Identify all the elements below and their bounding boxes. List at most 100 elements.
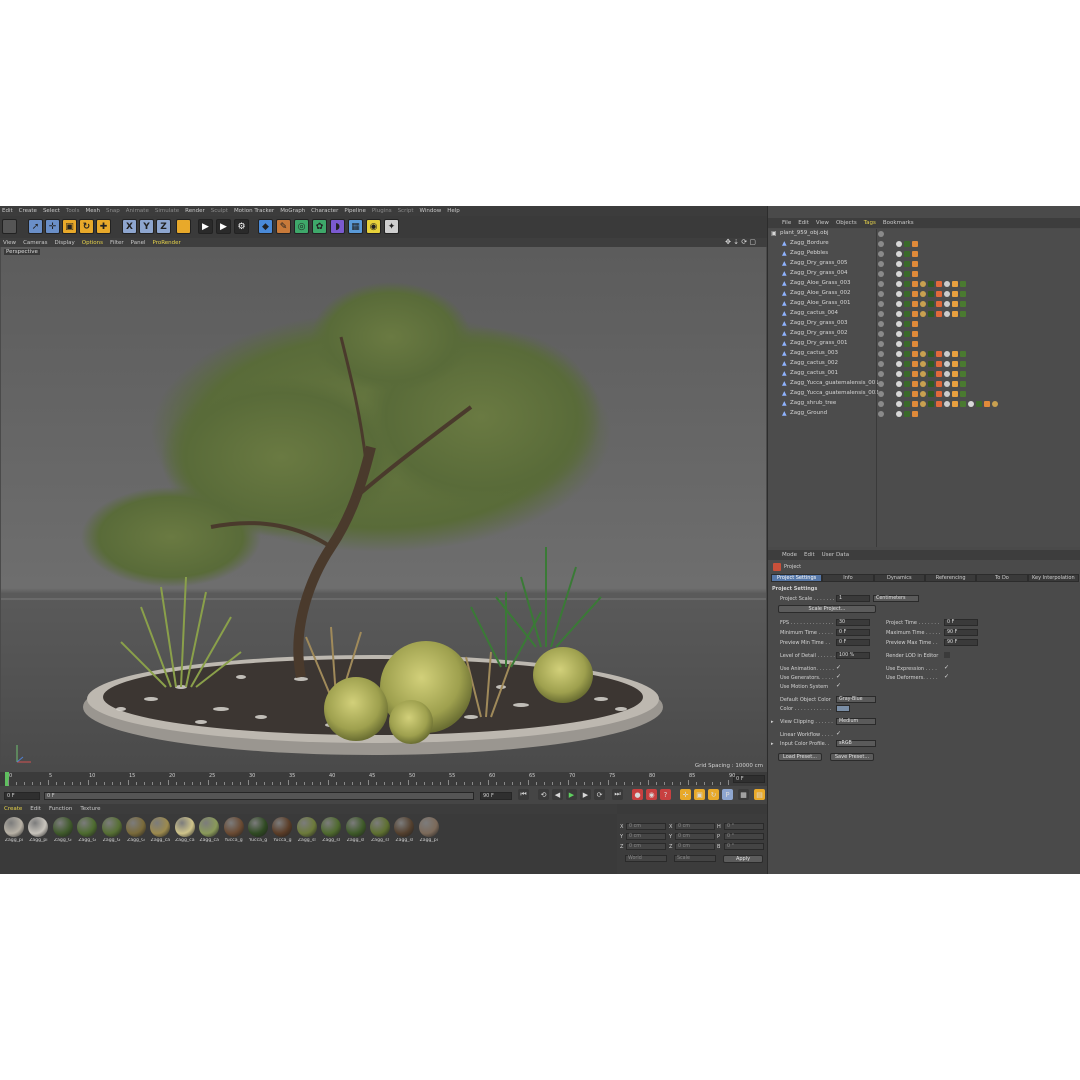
material-tag-icon[interactable]	[896, 381, 902, 387]
material-swatch[interactable]: Zagg_sl	[368, 817, 392, 849]
texture-tag-icon[interactable]	[904, 311, 910, 317]
texture-tag-icon[interactable]	[904, 251, 910, 257]
texture-tag-icon[interactable]	[928, 311, 934, 317]
pen-icon[interactable]: ✎	[276, 219, 291, 234]
material-tag-icon[interactable]	[984, 401, 990, 407]
deformer-icon[interactable]: ◗	[330, 219, 345, 234]
material-tag-icon[interactable]	[960, 311, 966, 317]
texture-tag-icon[interactable]	[952, 351, 958, 357]
object-row[interactable]: ▲ Zagg_shrub_tree	[768, 399, 1080, 409]
object-row[interactable]: ▲ Zagg_Aloe_Grass_001	[768, 299, 1080, 309]
material-tag-icon[interactable]	[912, 291, 918, 297]
record-position-button[interactable]: ✛	[680, 789, 691, 800]
material-tag-icon[interactable]	[960, 301, 966, 307]
menu-item-create[interactable]: Create	[19, 208, 37, 214]
material-swatch[interactable]: Zagg_sl	[295, 817, 319, 849]
texture-tag-icon[interactable]	[904, 281, 910, 287]
material-menu-create[interactable]: Create	[4, 806, 22, 812]
viewport-menu-display[interactable]: Display	[55, 240, 75, 246]
view-clipping-expand-icon[interactable]: ▸	[771, 719, 774, 725]
record-active-button[interactable]: ●	[632, 789, 643, 800]
use-motion-system-checkbox[interactable]: ✓	[836, 683, 842, 689]
coord-size-field[interactable]: 0 cm	[675, 843, 715, 850]
texture-tag-icon[interactable]	[952, 371, 958, 377]
coord-size-field[interactable]: 0 cm	[675, 823, 715, 830]
keyframe-selection-button[interactable]: ?	[660, 789, 671, 800]
material-tag-icon[interactable]	[936, 371, 942, 377]
material-tag-icon[interactable]	[936, 291, 942, 297]
material-tag-icon[interactable]	[936, 281, 942, 287]
material-tag-icon[interactable]	[944, 301, 950, 307]
visibility-toggle-icon[interactable]	[878, 251, 884, 257]
camera-icon[interactable]: ◉	[366, 219, 381, 234]
material-tag-icon[interactable]	[920, 391, 926, 397]
object-row[interactable]: ▲ Zagg_Aloe_Grass_002	[768, 289, 1080, 299]
visibility-toggle-icon[interactable]	[878, 311, 884, 317]
object-root-row[interactable]: ▣ plant_959_obj.obj	[768, 229, 1080, 239]
material-tag-icon[interactable]	[920, 301, 926, 307]
menu-item-animate[interactable]: Animate	[126, 208, 149, 214]
texture-tag-icon[interactable]	[952, 391, 958, 397]
material-tag-icon[interactable]	[944, 401, 950, 407]
viewport-menu-cameras[interactable]: Cameras	[23, 240, 47, 246]
menu-item-character[interactable]: Character	[311, 208, 338, 214]
visibility-toggle-icon[interactable]	[878, 331, 884, 337]
viewport-menu-view[interactable]: View	[3, 240, 16, 246]
visibility-toggle-icon[interactable]	[878, 361, 884, 367]
material-tag-icon[interactable]	[896, 251, 902, 257]
frame-range-slider[interactable]: 0 F	[44, 792, 474, 800]
texture-tag-icon[interactable]	[904, 391, 910, 397]
material-tag-icon[interactable]	[992, 401, 998, 407]
material-tag-icon[interactable]	[936, 301, 942, 307]
floor-icon[interactable]: ▦	[348, 219, 363, 234]
menu-item-simulate[interactable]: Simulate	[155, 208, 179, 214]
material-tag-icon[interactable]	[944, 381, 950, 387]
object-row[interactable]: ▲ Zagg_Dry_grass_003	[768, 319, 1080, 329]
material-tag-icon[interactable]	[896, 321, 902, 327]
object-row[interactable]: ▲ Zagg_cactus_001	[768, 369, 1080, 379]
material-tag-icon[interactable]	[944, 361, 950, 367]
texture-tag-icon[interactable]	[904, 291, 910, 297]
material-tag-icon[interactable]	[960, 281, 966, 287]
use-expression-checkbox[interactable]: ✓	[944, 665, 950, 671]
render-view-button[interactable]: ▶	[198, 219, 213, 234]
move-tool-button[interactable]: ✛	[45, 219, 60, 234]
tab-key-interpolation[interactable]: Key Interpolation	[1027, 574, 1079, 582]
cube-icon[interactable]: ◆	[258, 219, 273, 234]
scale-tool-button[interactable]: ▣	[62, 219, 77, 234]
material-tag-icon[interactable]	[896, 351, 902, 357]
material-tag-icon[interactable]	[896, 271, 902, 277]
coord-position-field[interactable]: 0 cm	[626, 843, 666, 850]
menu-item-tools[interactable]: Tools	[66, 208, 80, 214]
material-tag-icon[interactable]	[912, 281, 918, 287]
object-row[interactable]: ▲ Zagg_Ground	[768, 409, 1080, 419]
tab-to-do[interactable]: To Do	[976, 574, 1028, 582]
material-tag-icon[interactable]	[920, 281, 926, 287]
input-color-profile-dropdown[interactable]: sRGB	[836, 740, 876, 747]
texture-tag-icon[interactable]	[928, 361, 934, 367]
next-frame-button[interactable]: ▶	[580, 789, 591, 800]
visibility-toggle-icon[interactable]	[878, 351, 884, 357]
use-deformers-checkbox[interactable]: ✓	[944, 674, 950, 680]
render-lod-checkbox[interactable]	[944, 652, 950, 658]
object-row[interactable]: ▲ Zagg_Bordure	[768, 239, 1080, 249]
texture-tag-icon[interactable]	[904, 361, 910, 367]
coord-rotation-field[interactable]: 0 °	[724, 843, 764, 850]
timeline-ruler[interactable]: 0 F 0 5 10 15 20 25 30 35 40 45 50 55 60 65 70 75 80 85 90	[0, 772, 767, 786]
material-tag-icon[interactable]	[944, 291, 950, 297]
object-row[interactable]: ▲ Zagg_Pebbles	[768, 249, 1080, 259]
texture-tag-icon[interactable]	[952, 361, 958, 367]
material-tag-icon[interactable]	[896, 361, 902, 367]
object-manager-menu-edit[interactable]: Edit	[798, 220, 809, 226]
attribute-menu-user-data[interactable]: User Data	[822, 552, 849, 558]
material-tag-icon[interactable]	[896, 331, 902, 337]
texture-tag-icon[interactable]	[952, 281, 958, 287]
go-to-start-button[interactable]: ⏮	[518, 789, 529, 800]
light-icon[interactable]: ✦	[384, 219, 399, 234]
texture-tag-icon[interactable]	[952, 401, 958, 407]
previous-key-button[interactable]: ⟲	[538, 789, 549, 800]
material-tag-icon[interactable]	[968, 401, 974, 407]
visibility-toggle-icon[interactable]	[878, 381, 884, 387]
texture-tag-icon[interactable]	[952, 301, 958, 307]
preview-min-field[interactable]: 0 F	[836, 639, 870, 646]
